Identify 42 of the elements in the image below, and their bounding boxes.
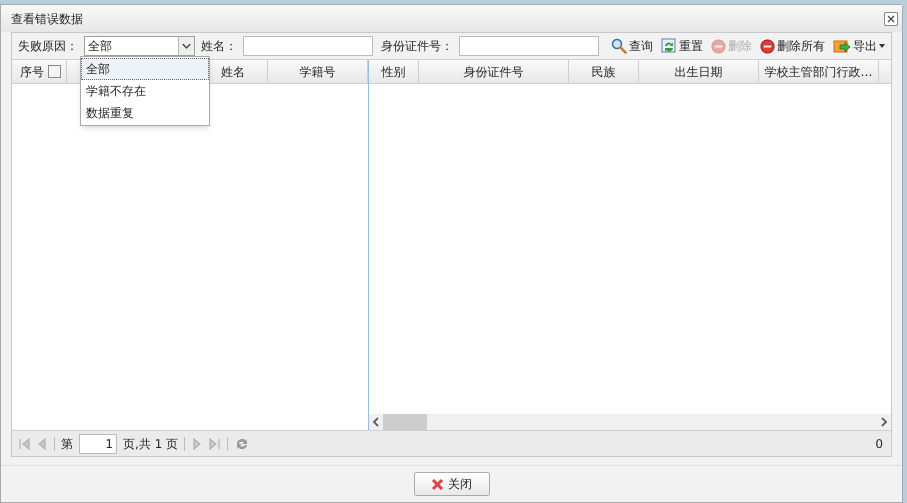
scrollbar-thumb[interactable] bbox=[383, 414, 427, 430]
select-all-checkbox[interactable] bbox=[48, 65, 61, 78]
horizontal-scrollbar[interactable] bbox=[369, 414, 891, 430]
caret-icon bbox=[879, 44, 885, 48]
page-label: 第 bbox=[61, 436, 73, 452]
window-title: 查看错误数据 bbox=[11, 10, 83, 28]
last-page-icon[interactable] bbox=[209, 436, 222, 450]
dropdown-option[interactable]: 学籍不存在 bbox=[81, 80, 209, 102]
minus-circle-icon bbox=[711, 38, 726, 54]
dropdown-option[interactable]: 全部 bbox=[81, 58, 209, 80]
toolbar-button[interactable]: 删除所有 bbox=[760, 37, 825, 55]
previous-page-icon[interactable] bbox=[36, 436, 48, 450]
dropdown-option[interactable]: 数据重复 bbox=[81, 102, 209, 124]
header-cell: 性别 bbox=[369, 60, 419, 83]
page-input[interactable]: 1 bbox=[79, 434, 117, 454]
toolbar-button[interactable]: 查询 bbox=[611, 37, 653, 55]
name-input[interactable] bbox=[243, 36, 373, 56]
chevron-down-icon bbox=[178, 37, 194, 55]
minus-circle-icon bbox=[760, 38, 775, 54]
header-cell: 出生日期 bbox=[639, 60, 759, 83]
field-label: 失败原因： bbox=[18, 38, 78, 55]
toolbar-button[interactable]: 重置 bbox=[661, 37, 703, 55]
id-number-input[interactable] bbox=[459, 36, 599, 56]
search-icon bbox=[611, 38, 627, 54]
close-button[interactable]: 关闭 bbox=[414, 472, 490, 496]
header-cell: 身份证件号 bbox=[419, 60, 569, 83]
header-cell: 学籍号 bbox=[268, 60, 368, 83]
refresh-document-icon bbox=[661, 38, 677, 54]
export-icon bbox=[833, 38, 851, 54]
header-cell: 民族 bbox=[569, 60, 639, 83]
toolbar-button[interactable]: 导出 bbox=[833, 37, 885, 55]
next-page-icon[interactable] bbox=[191, 436, 204, 450]
close-icon bbox=[431, 478, 444, 490]
field-label: 身份证件号： bbox=[381, 38, 453, 55]
field-label: 姓名： bbox=[201, 38, 237, 55]
page-label: 页,共 1 页 bbox=[123, 436, 178, 452]
reason-select[interactable]: 全部 bbox=[84, 36, 195, 56]
close-icon[interactable] bbox=[884, 12, 898, 26]
header-cell: 序号 bbox=[12, 60, 67, 83]
first-page-icon[interactable] bbox=[18, 436, 30, 450]
header-cell: 学校主管部门行政… bbox=[759, 60, 879, 83]
record-count: 0 bbox=[875, 436, 884, 452]
